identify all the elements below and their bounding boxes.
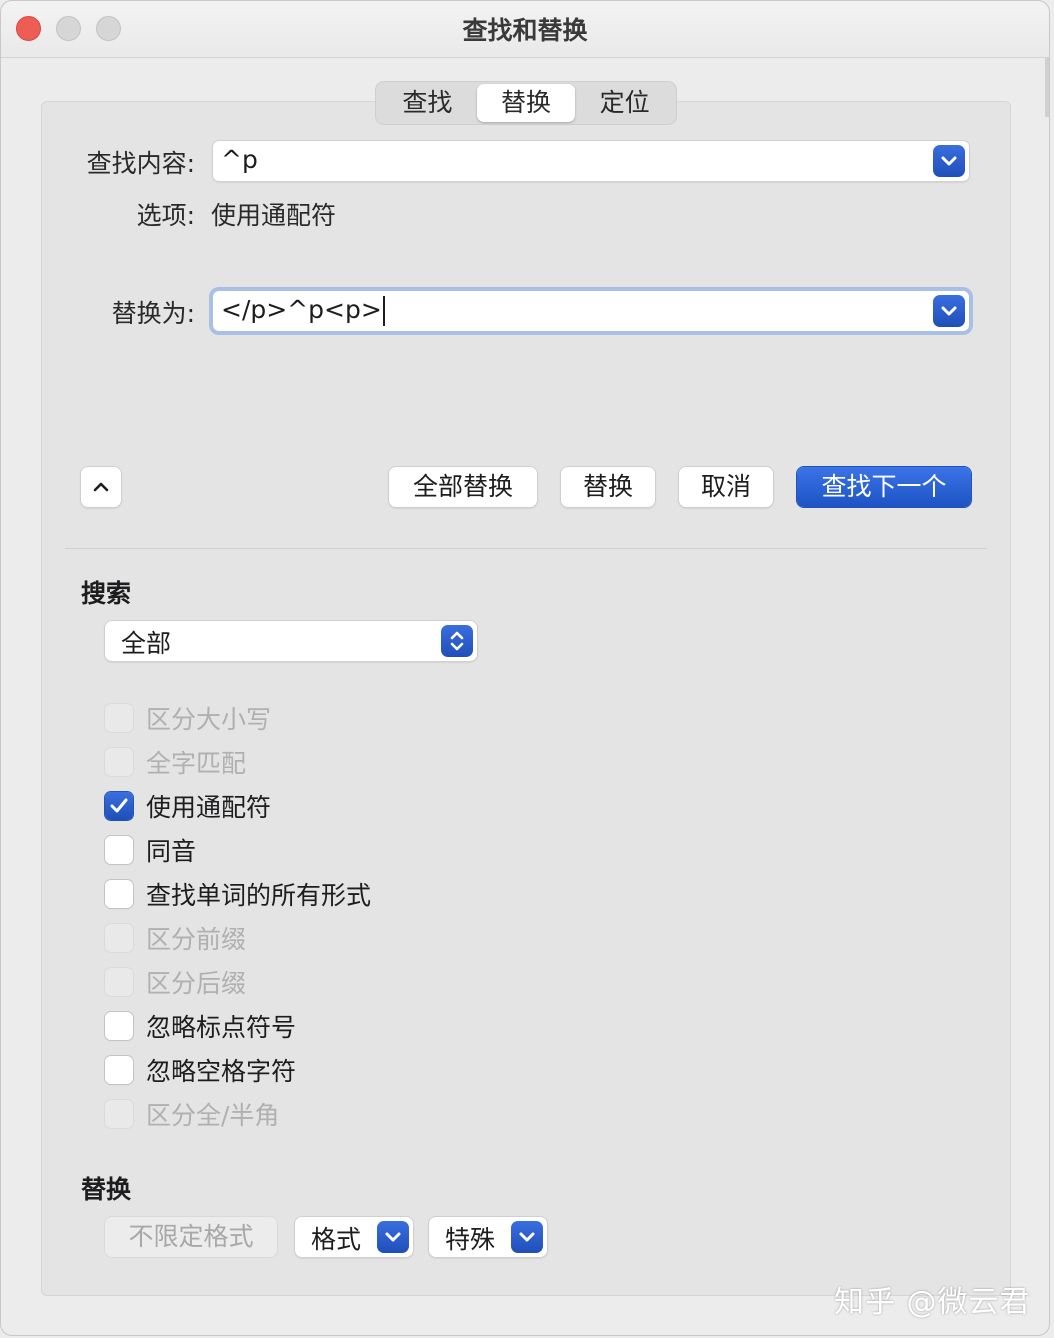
checkbox[interactable]: [105, 1012, 133, 1040]
replace-history-button[interactable]: [933, 295, 965, 327]
checkbox[interactable]: [105, 1100, 133, 1128]
replace-input-value: </p>^p<p>: [221, 295, 382, 324]
find-next-button[interactable]: 查找下一个: [797, 467, 971, 507]
checkbox-checked[interactable]: [105, 792, 133, 820]
checkbox[interactable]: [105, 748, 133, 776]
options-value: 使用通配符: [211, 201, 337, 230]
search-section-title: 搜索: [81, 579, 132, 608]
find-history-button[interactable]: [933, 145, 965, 177]
checkbox-label: 使用通配符: [146, 793, 272, 822]
find-label: 查找内容:: [86, 149, 195, 178]
watermark: 知乎 @微云君: [834, 1285, 1031, 1320]
chevron-down-icon: [511, 1221, 543, 1253]
window-edge: [1045, 57, 1049, 117]
checkmark-icon: [110, 798, 128, 813]
checkbox-label: 区分大小写: [146, 705, 272, 734]
tab-control: 查找 替换 定位: [375, 81, 677, 125]
tab-goto[interactable]: 定位: [575, 84, 674, 122]
checkbox-label: 区分全/半角: [146, 1101, 280, 1130]
special-dropdown-label: 特殊: [445, 1225, 496, 1254]
replace-section-title: 替换: [81, 1175, 132, 1204]
find-input[interactable]: ^p: [213, 141, 969, 181]
checkbox[interactable]: [105, 836, 133, 864]
checkbox-label: 全字匹配: [146, 749, 247, 778]
special-dropdown[interactable]: 特殊: [429, 1217, 547, 1257]
checkbox-label: 查找单词的所有形式: [146, 881, 372, 910]
checkbox-label: 区分后缀: [146, 969, 247, 998]
replace-all-button[interactable]: 全部替换: [389, 467, 537, 507]
collapse-options-button[interactable]: [81, 467, 121, 507]
search-scope-value: 全部: [121, 629, 172, 658]
title-bar: 查找和替换: [1, 1, 1049, 58]
no-format-button[interactable]: 不限定格式: [105, 1217, 277, 1257]
tab-replace[interactable]: 替换: [476, 84, 576, 122]
chevron-down-icon: [377, 1221, 409, 1253]
search-scope-select[interactable]: 全部: [105, 621, 477, 661]
text-cursor: [382, 296, 385, 326]
chevron-up-icon: [93, 482, 109, 492]
checkbox[interactable]: [105, 880, 133, 908]
window-title: 查找和替换: [462, 16, 588, 45]
section-divider: [65, 548, 987, 549]
chevron-down-icon: [941, 306, 957, 316]
find-replace-window: 查找和替换 查找 替换 定位 查找内容: ^p 选项: 使用通配符 替换为: <…: [0, 0, 1050, 1336]
up-down-chevron-icon: [441, 625, 473, 657]
checkbox[interactable]: [105, 924, 133, 952]
tab-find[interactable]: 查找: [378, 84, 477, 122]
checkbox-label: 同音: [146, 837, 197, 866]
checkbox[interactable]: [105, 1056, 133, 1084]
format-dropdown-label: 格式: [311, 1225, 362, 1254]
checkbox[interactable]: [105, 968, 133, 996]
replace-input[interactable]: </p>^p<p>: [213, 291, 969, 331]
checkbox[interactable]: [105, 704, 133, 732]
replace-label: 替换为:: [111, 299, 195, 328]
cancel-button[interactable]: 取消: [679, 467, 773, 507]
format-dropdown[interactable]: 格式: [295, 1217, 413, 1257]
checkbox-label: 区分前缀: [146, 925, 247, 954]
checkbox-label: 忽略空格字符: [146, 1057, 297, 1086]
options-label: 选项:: [136, 201, 195, 230]
chevron-down-icon: [941, 156, 957, 166]
find-input-value: ^p: [221, 145, 258, 174]
checkbox-label: 忽略标点符号: [146, 1013, 297, 1042]
replace-button[interactable]: 替换: [561, 467, 655, 507]
